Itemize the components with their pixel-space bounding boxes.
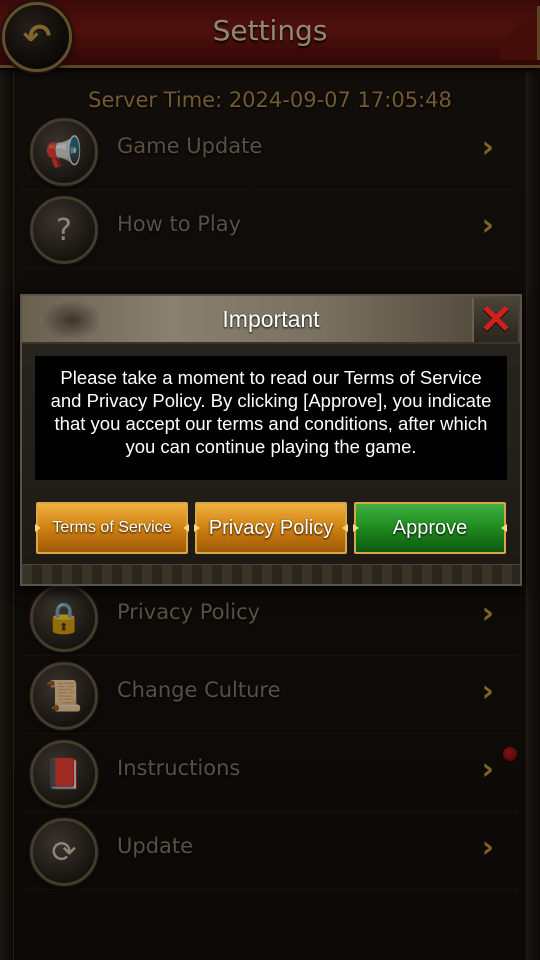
dialog-message: Please take a moment to read our Terms o… (50, 367, 492, 457)
privacy-policy-button[interactable]: Privacy Policy (195, 502, 347, 554)
close-button[interactable]: ✕ (472, 298, 518, 342)
dialog-footer-ornament (22, 564, 520, 584)
close-icon: ✕ (479, 298, 513, 342)
dialog-header: Important ✕ (22, 296, 520, 344)
dialog-body: Please take a moment to read our Terms o… (35, 356, 507, 480)
approve-button[interactable]: Approve (354, 502, 506, 554)
terms-of-service-button[interactable]: Terms of Service (36, 502, 188, 554)
important-dialog: Important ✕ Please take a moment to read… (20, 294, 522, 586)
dialog-title: Important (222, 306, 320, 332)
